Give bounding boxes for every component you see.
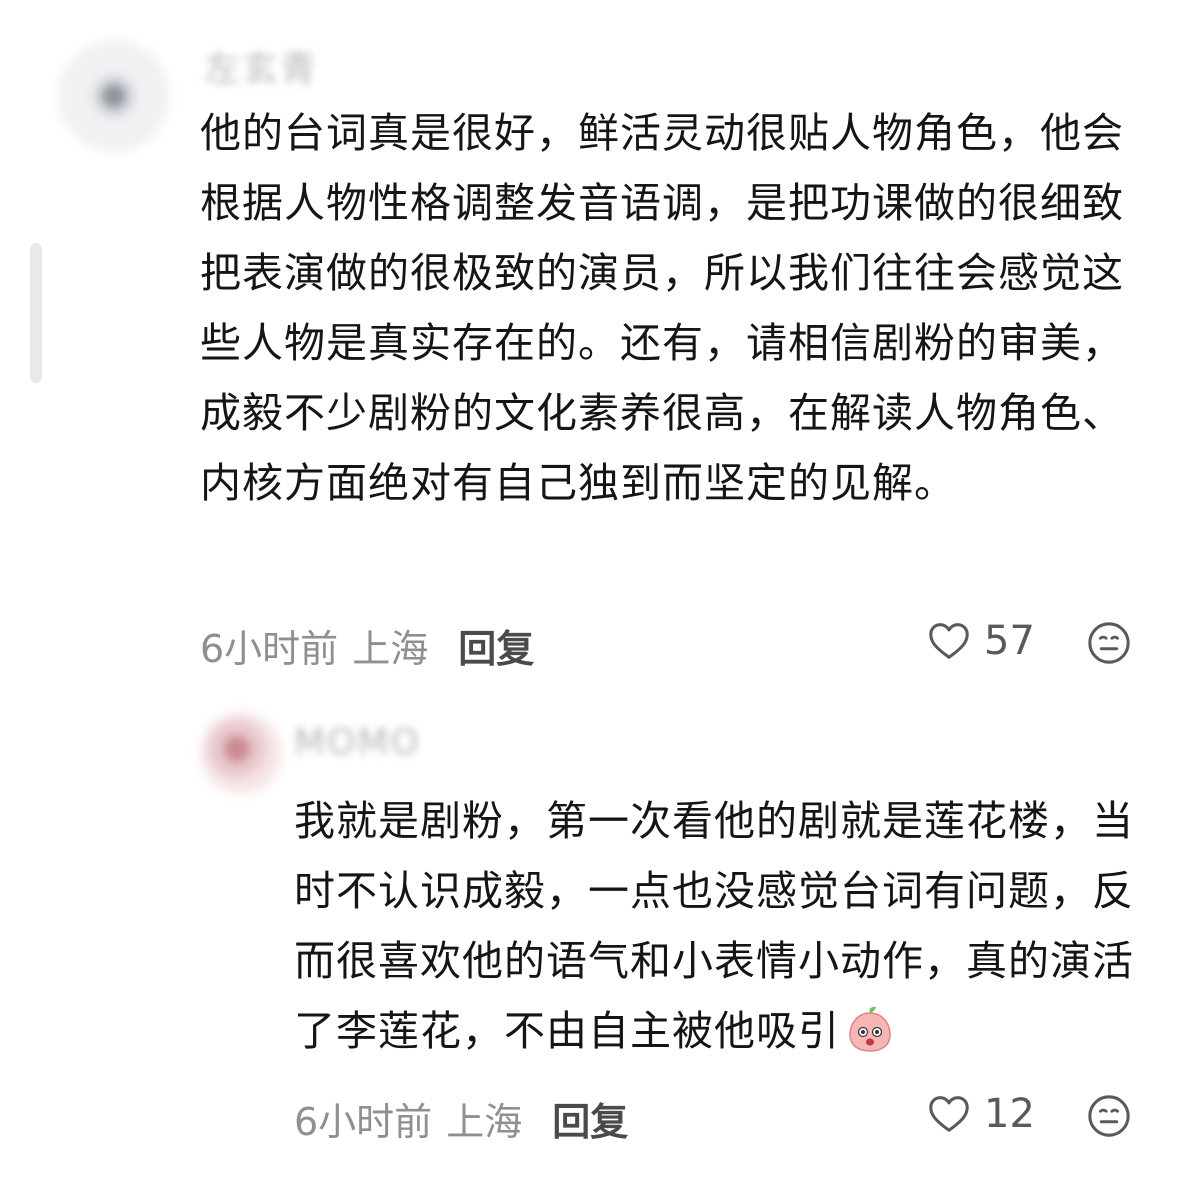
neutral-face-icon[interactable] <box>1086 1093 1132 1139</box>
comment-location: 上海 <box>352 627 429 671</box>
comment-time: 6小时前 <box>200 627 339 671</box>
comment-text: 他的台词真是很好，鲜活灵动很贴人物角色，他会根据人物性格调整发音语调，是把功课做… <box>200 109 1124 507</box>
reply-button[interactable]: 回复 <box>552 1091 628 1146</box>
like-count: 12 <box>984 1091 1035 1137</box>
comment-text-body: 我就是剧粉，第一次看他的剧就是莲花楼，当时不认识成毅，一点也没感觉台词有问题，反… <box>294 797 1134 1055</box>
comment-location: 上海 <box>446 1100 523 1144</box>
reply-button[interactable]: 回复 <box>458 618 534 673</box>
like-button[interactable]: 57 <box>926 618 1035 664</box>
peach-face-sticker <box>849 1006 891 1052</box>
comment-text: 我就是剧粉，第一次看他的剧就是莲花楼，当时不认识成毅，一点也没感觉台词有问题，反… <box>294 786 1154 1066</box>
username[interactable]: 左玄青 <box>204 40 318 92</box>
avatar[interactable] <box>58 40 170 152</box>
avatar[interactable] <box>200 712 282 794</box>
scroll-indicator[interactable] <box>30 243 42 383</box>
heart-outline-icon <box>929 1096 969 1132</box>
username[interactable]: MOMO <box>294 722 421 763</box>
neutral-face-icon[interactable] <box>1086 620 1132 666</box>
like-button[interactable]: 12 <box>926 1091 1035 1137</box>
heart-outline-icon <box>929 623 969 659</box>
comment-meta: 6小时前 上海 回复 <box>200 618 534 673</box>
comment-meta: 6小时前 上海 回复 <box>294 1091 628 1146</box>
like-count: 57 <box>984 618 1035 664</box>
comment-time: 6小时前 <box>294 1100 433 1144</box>
